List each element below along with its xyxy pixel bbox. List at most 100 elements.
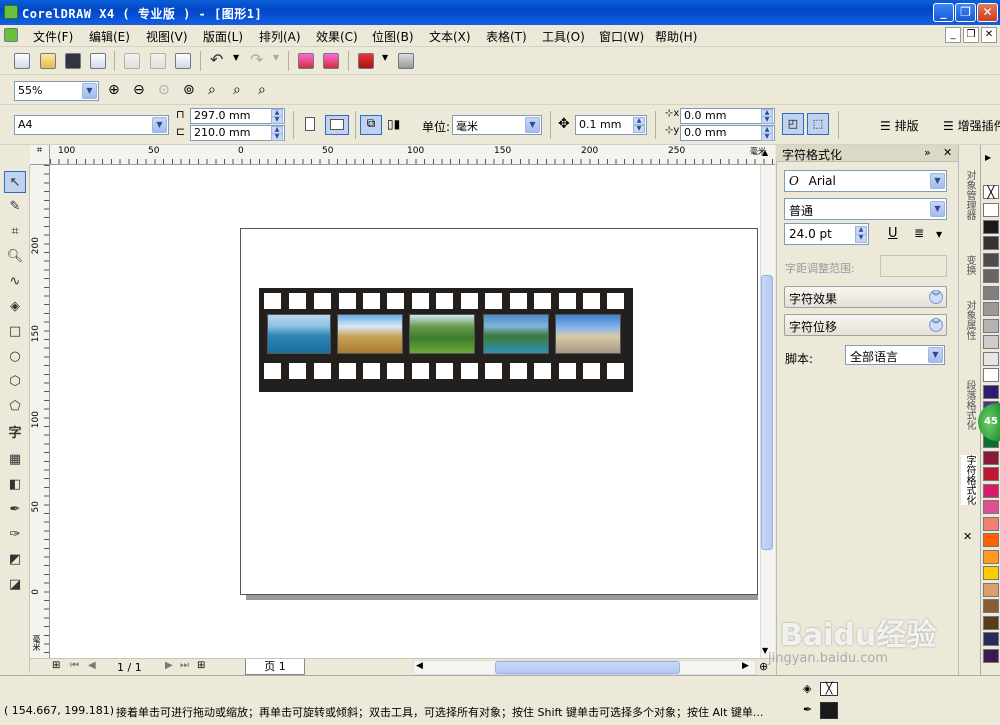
landscape-button[interactable] (325, 115, 349, 135)
fill-tool-icon[interactable]: ◩ (4, 549, 26, 571)
tab-character-format[interactable]: 字符格式化 (961, 455, 977, 505)
launcher-dropdown-icon[interactable]: ▼ (382, 53, 388, 62)
enhance-plugin-button[interactable]: ☰ 增强插件 (943, 117, 1000, 134)
application-launcher-icon[interactable] (358, 53, 374, 69)
spin-down-icon[interactable]: ▼ (761, 116, 773, 124)
tab-transform[interactable]: 变换 (961, 255, 977, 275)
character-effects-section[interactable]: 字符效果 ︾ (784, 286, 947, 308)
undo-icon[interactable]: ↶ (210, 50, 223, 69)
vertical-scroll-thumb[interactable] (761, 275, 773, 550)
font-style-combo[interactable]: 普通 ▼ (784, 198, 947, 220)
color-swatch[interactable] (983, 533, 999, 547)
document-icon[interactable] (4, 28, 18, 42)
script-combo[interactable]: 全部语言 ▼ (845, 345, 945, 365)
color-swatch[interactable] (983, 648, 999, 663)
docker-expand-icon[interactable]: » (924, 146, 931, 159)
menu-help[interactable]: 帮助(H) (655, 28, 697, 45)
freehand-tool-icon[interactable]: ∿ (4, 271, 26, 293)
import-icon[interactable] (298, 53, 314, 69)
text-tool-icon[interactable]: 字 (4, 423, 26, 445)
page-frame-icon[interactable]: ⬚ (807, 113, 829, 135)
color-swatch[interactable] (983, 219, 999, 234)
welcome-screen-icon[interactable] (398, 53, 414, 69)
chevron-down-icon[interactable]: ▼ (525, 117, 540, 133)
font-size-field[interactable]: 24.0 pt ▲ ▼ (784, 223, 869, 245)
zoom-tool-icon[interactable]: 🔍︎ (4, 246, 26, 268)
zoom-page-height-icon[interactable]: ⌕ (258, 82, 266, 98)
vertical-ruler[interactable]: 200 150 100 50 0 毫米 (30, 165, 50, 658)
duplicate-y-field[interactable]: 0.0 mm ▲ ▼ (680, 125, 775, 141)
zoom-page-width-icon[interactable]: ⌕ (233, 82, 241, 98)
spin-down-icon[interactable]: ▼ (271, 133, 283, 141)
palette-scroll-up-icon[interactable]: ▶ (985, 153, 991, 162)
portrait-icon[interactable] (305, 117, 315, 131)
color-swatch[interactable] (983, 467, 999, 481)
crop-tool-icon[interactable]: ⌗ (4, 221, 26, 243)
spin-down-icon[interactable]: ▼ (761, 133, 773, 141)
tab-paragraph-format[interactable]: 段落格式化 (961, 380, 977, 430)
ruler-origin-icon[interactable]: ⌗ (30, 145, 50, 165)
font-list-combo[interactable]: O Arial ▼ (784, 170, 947, 192)
outline-tool-icon[interactable]: ✑ (4, 524, 26, 546)
menu-view[interactable]: 视图(V) (146, 28, 188, 45)
interactive-blend-tool-icon[interactable]: ◧ (4, 474, 26, 496)
zoom-all-objects-icon[interactable]: ⊚ (183, 82, 195, 98)
spin-up-icon[interactable]: ▲ (633, 117, 645, 125)
page-size-combo[interactable]: A4 ▼ (14, 115, 169, 135)
chevron-down-icon[interactable]: ▼ (930, 201, 945, 217)
next-page-icon[interactable]: ▶ (165, 660, 173, 671)
underline-icon[interactable]: U (888, 226, 898, 241)
menu-table[interactable]: 表格(T) (486, 28, 527, 45)
color-swatch[interactable] (983, 302, 999, 316)
zoom-out-icon[interactable]: ⊖ (133, 82, 145, 98)
color-swatch[interactable] (983, 500, 999, 514)
export-icon[interactable] (323, 53, 339, 69)
expand-chevron-icon[interactable]: ︾ (929, 318, 943, 332)
unit-combo[interactable]: 毫米 ▼ (452, 115, 542, 135)
spin-down-icon[interactable]: ▼ (271, 116, 283, 124)
new-document-icon[interactable] (14, 53, 30, 69)
menu-window[interactable]: 窗口(W) (599, 28, 644, 45)
first-page-icon[interactable]: ⏮ (70, 660, 79, 671)
cut-icon[interactable] (124, 53, 140, 69)
minimize-button[interactable]: _ (933, 3, 954, 22)
chevron-down-icon[interactable]: ▼ (930, 173, 945, 189)
color-swatch[interactable] (983, 615, 999, 630)
zoom-in-icon[interactable]: ⊕ (108, 82, 120, 98)
save-icon[interactable] (65, 53, 81, 69)
zoom-level-combo[interactable]: 55% ▼ (14, 81, 99, 101)
color-swatch[interactable] (983, 368, 999, 382)
character-shift-section[interactable]: 字符位移 ︾ (784, 314, 947, 336)
horizontal-scroll-thumb[interactable] (495, 661, 680, 674)
chevron-down-icon[interactable]: ▼ (928, 347, 943, 363)
doc-restore-button[interactable]: ❐ (963, 27, 979, 43)
page-height-field[interactable]: 210.0 mm ▲ ▼ (190, 125, 285, 141)
paste-icon[interactable] (175, 53, 191, 69)
treat-as-filled-icon[interactable]: ◰ (782, 113, 804, 135)
layout-button[interactable]: ☰ 排版 (880, 117, 919, 134)
outline-color-swatch[interactable] (820, 702, 838, 719)
expand-chevron-icon[interactable]: ︾ (929, 290, 943, 304)
color-swatch[interactable] (983, 236, 999, 250)
tab-object-manager[interactable]: 对象管理器 (961, 170, 977, 220)
spin-down-icon[interactable]: ▼ (633, 125, 645, 133)
rectangle-tool-icon[interactable]: □ (4, 321, 26, 343)
color-swatch[interactable] (983, 483, 999, 498)
all-pages-icon[interactable]: ⧉ (360, 115, 382, 135)
page-tab[interactable]: 页 1 (245, 659, 305, 675)
add-page-after-icon[interactable]: ⊞ (197, 660, 205, 671)
zoom-selected-icon[interactable]: ⊙ (158, 82, 170, 98)
menu-edit[interactable]: 编辑(E) (89, 28, 130, 45)
pick-tool-icon[interactable]: ↖ (4, 171, 26, 193)
menu-file[interactable]: 文件(F) (33, 28, 73, 45)
shape-tool-icon[interactable]: ✎ (4, 196, 26, 218)
document-page[interactable] (240, 228, 758, 595)
zoom-page-icon[interactable]: ⌕ (208, 82, 216, 98)
scroll-up-icon[interactable]: ▲ (762, 148, 768, 157)
color-swatch[interactable] (983, 582, 999, 597)
redo-dropdown-icon[interactable]: ▼ (273, 53, 279, 62)
doc-close-button[interactable]: ✕ (981, 27, 997, 43)
menu-arrange[interactable]: 排列(A) (259, 28, 301, 45)
nudge-field[interactable]: 0.1 mm ▲ ▼ (575, 115, 647, 135)
add-page-before-icon[interactable]: ⊞ (52, 660, 60, 671)
